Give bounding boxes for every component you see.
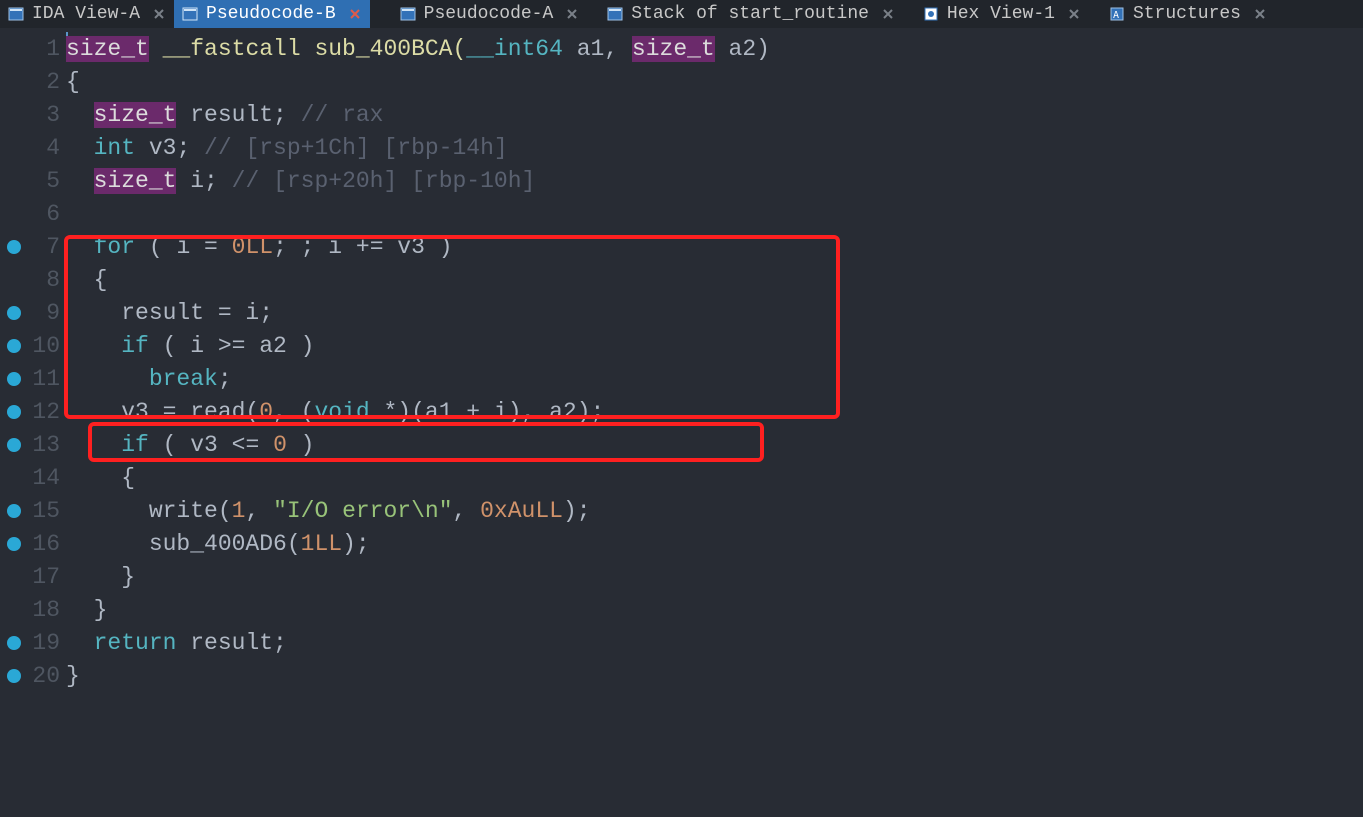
line-number: 9 xyxy=(28,300,62,326)
line-number: 5 xyxy=(28,168,62,194)
breakpoint-marker[interactable] xyxy=(7,405,21,419)
line-number: 4 xyxy=(28,135,62,161)
line-number: 19 xyxy=(28,630,62,656)
tab-hex-view-1[interactable]: Hex View-1 xyxy=(903,0,1089,28)
close-icon[interactable] xyxy=(565,7,579,21)
line-number: 7 xyxy=(28,234,62,260)
code-line: { xyxy=(62,461,1363,494)
breakpoint-marker[interactable] xyxy=(7,339,21,353)
breakpoint-marker[interactable] xyxy=(7,372,21,386)
line-number: 1 xyxy=(28,36,62,62)
tab-label: IDA View-A xyxy=(32,4,140,24)
line-number: 16 xyxy=(28,531,62,557)
tab-pseudocode-a[interactable]: Pseudocode-A xyxy=(370,0,588,28)
view-icon xyxy=(182,6,198,22)
breakpoint-marker[interactable] xyxy=(7,537,21,551)
code-line: for ( i = 0LL; ; i += v3 ) xyxy=(62,230,1363,263)
breakpoint-marker[interactable] xyxy=(7,438,21,452)
line-number: 8 xyxy=(28,267,62,293)
breakpoint-marker[interactable] xyxy=(7,636,21,650)
tab-label: Structures xyxy=(1133,4,1241,24)
line-number: 18 xyxy=(28,597,62,623)
line-number: 13 xyxy=(28,432,62,458)
line-number: 6 xyxy=(28,201,62,227)
line-number: 11 xyxy=(28,366,62,392)
tab-ida-view-a[interactable]: IDA View-A xyxy=(0,0,174,28)
code-line: size_t __fastcall sub_400BCA(__int64 a1,… xyxy=(62,32,1363,65)
close-icon[interactable] xyxy=(152,7,166,21)
code-line: { xyxy=(62,65,1363,98)
close-icon[interactable] xyxy=(348,7,362,21)
line-number: 15 xyxy=(28,498,62,524)
tab-bar: IDA View-A Pseudocode-B Pseudocode-A Sta… xyxy=(0,0,1363,28)
code-line: size_t i; // [rsp+20h] [rbp-10h] xyxy=(62,164,1363,197)
code-line: } xyxy=(62,560,1363,593)
tab-label: Stack of start_routine xyxy=(631,4,869,24)
tab-structures[interactable]: A Structures xyxy=(1089,0,1275,28)
code-line: return result; xyxy=(62,626,1363,659)
close-icon[interactable] xyxy=(881,7,895,21)
code-line: size_t result; // rax xyxy=(62,98,1363,131)
line-number: 14 xyxy=(28,465,62,491)
code-editor[interactable]: 1 2 3 4 5 6 7 8 9 10 11 12 13 14 15 16 1… xyxy=(0,28,1363,817)
code-line: result = i; xyxy=(62,296,1363,329)
line-number: 10 xyxy=(28,333,62,359)
code-content[interactable]: size_t __fastcall sub_400BCA(__int64 a1,… xyxy=(62,28,1363,817)
line-number: 2 xyxy=(28,69,62,95)
hex-icon xyxy=(923,6,939,22)
tab-pseudocode-b[interactable]: Pseudocode-B xyxy=(174,0,370,28)
code-line xyxy=(62,197,1363,230)
breakpoint-marker[interactable] xyxy=(7,306,21,320)
breakpoint-marker[interactable] xyxy=(7,669,21,683)
code-line: { xyxy=(62,263,1363,296)
gutter: 1 2 3 4 5 6 7 8 9 10 11 12 13 14 15 16 1… xyxy=(0,28,62,817)
close-icon[interactable] xyxy=(1067,7,1081,21)
code-line: sub_400AD6(1LL); xyxy=(62,527,1363,560)
code-line: int v3; // [rsp+1Ch] [rbp-14h] xyxy=(62,131,1363,164)
close-icon[interactable] xyxy=(1253,7,1267,21)
tab-label: Pseudocode-B xyxy=(206,4,336,24)
view-icon xyxy=(8,6,24,22)
code-line: break; xyxy=(62,362,1363,395)
code-line: v3 = read(0, (void *)(a1 + i), a2); xyxy=(62,395,1363,428)
line-number: 3 xyxy=(28,102,62,128)
code-line: } xyxy=(62,593,1363,626)
code-line: if ( i >= a2 ) xyxy=(62,329,1363,362)
line-number: 17 xyxy=(28,564,62,590)
code-line: write(1, "I/O error\n", 0xAuLL); xyxy=(62,494,1363,527)
tab-stack-of-start-routine[interactable]: Stack of start_routine xyxy=(587,0,903,28)
view-icon xyxy=(400,6,416,22)
struct-icon: A xyxy=(1109,6,1125,22)
code-line: if ( v3 <= 0 ) xyxy=(62,428,1363,461)
tab-label: Hex View-1 xyxy=(947,4,1055,24)
stack-icon xyxy=(607,6,623,22)
svg-text:A: A xyxy=(1113,10,1119,21)
tab-label: Pseudocode-A xyxy=(424,4,554,24)
code-line: } xyxy=(62,659,1363,692)
line-number: 12 xyxy=(28,399,62,425)
breakpoint-marker[interactable] xyxy=(7,504,21,518)
breakpoint-marker[interactable] xyxy=(7,240,21,254)
line-number: 20 xyxy=(28,663,62,689)
